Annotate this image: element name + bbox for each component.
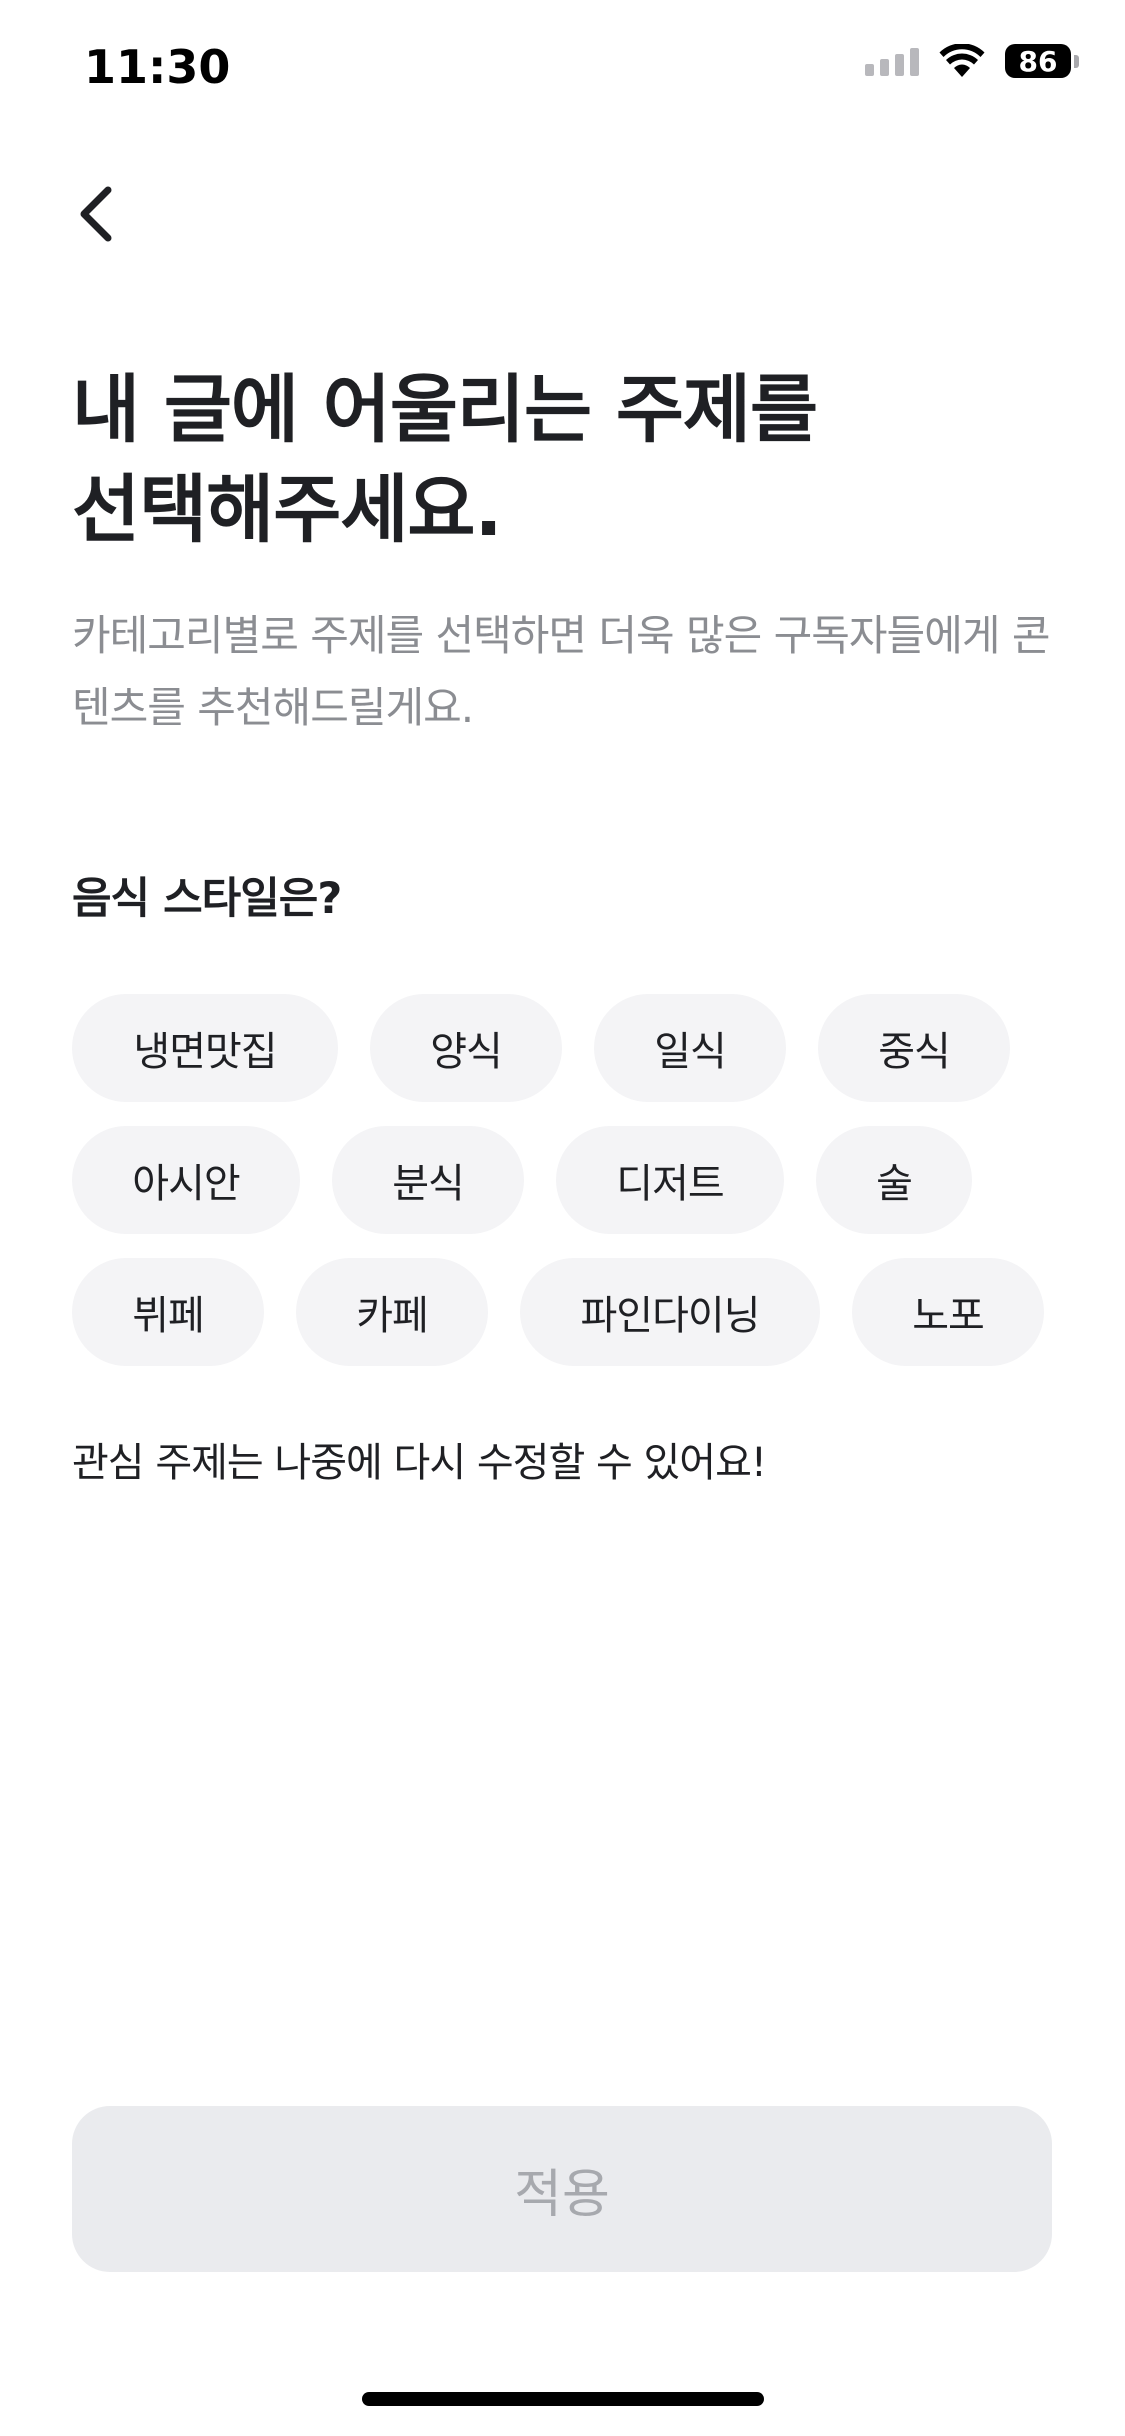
topic-chip-chinese[interactable]: 중식 xyxy=(818,994,1010,1102)
page-subtitle: 카테고리별로 주제를 선택하면 더욱 많은 구독자들에게 콘텐츠를 추천해드릴게… xyxy=(72,611,1050,732)
apply-button[interactable]: 적용 xyxy=(72,2106,1052,2272)
battery-icon: 86 xyxy=(1005,44,1079,78)
chip-row: 아시안 분식 디저트 술 xyxy=(72,1126,1072,1234)
topic-chip-group: 냉면맛집 양식 일식 중식 아시안 분식 디저트 술 뷔페 카페 파인다이닝 노… xyxy=(72,994,1072,1390)
status-time: 11:30 xyxy=(84,40,231,94)
page-title: 내 글에 어울리는 주제를 선택해주세요. xyxy=(72,367,818,553)
back-button[interactable] xyxy=(60,178,132,250)
topic-chip-nopo[interactable]: 노포 xyxy=(852,1258,1044,1366)
topic-chip-buffet[interactable]: 뷔페 xyxy=(72,1258,264,1366)
status-bar: 11:30 86 xyxy=(0,0,1125,140)
topic-chip-western[interactable]: 양식 xyxy=(370,994,562,1102)
chip-row: 뷔페 카페 파인다이닝 노포 xyxy=(72,1258,1072,1366)
topic-chip-naengmyeon[interactable]: 냉면맛집 xyxy=(72,994,338,1102)
topic-chip-cafe[interactable]: 카페 xyxy=(296,1258,488,1366)
topic-chip-dessert[interactable]: 디저트 xyxy=(556,1126,784,1234)
battery-level: 86 xyxy=(1005,44,1071,78)
chip-row: 냉면맛집 양식 일식 중식 xyxy=(72,994,1072,1102)
topic-chip-alcohol[interactable]: 술 xyxy=(816,1126,972,1234)
status-icons: 86 xyxy=(865,44,1079,78)
topic-chip-bunsik[interactable]: 분식 xyxy=(332,1126,524,1234)
section-title: 음식 스타일은? xyxy=(72,874,342,924)
topic-chip-fine-dining[interactable]: 파인다이닝 xyxy=(520,1258,820,1366)
wifi-icon xyxy=(939,44,985,78)
home-indicator xyxy=(362,2392,764,2406)
topic-chip-asian[interactable]: 아시안 xyxy=(72,1126,300,1234)
signal-icon xyxy=(865,46,919,76)
topic-chip-japanese[interactable]: 일식 xyxy=(594,994,786,1102)
edit-later-note: 관심 주제는 나중에 다시 수정할 수 있어요! xyxy=(72,1440,767,1486)
chevron-left-icon xyxy=(80,186,112,242)
